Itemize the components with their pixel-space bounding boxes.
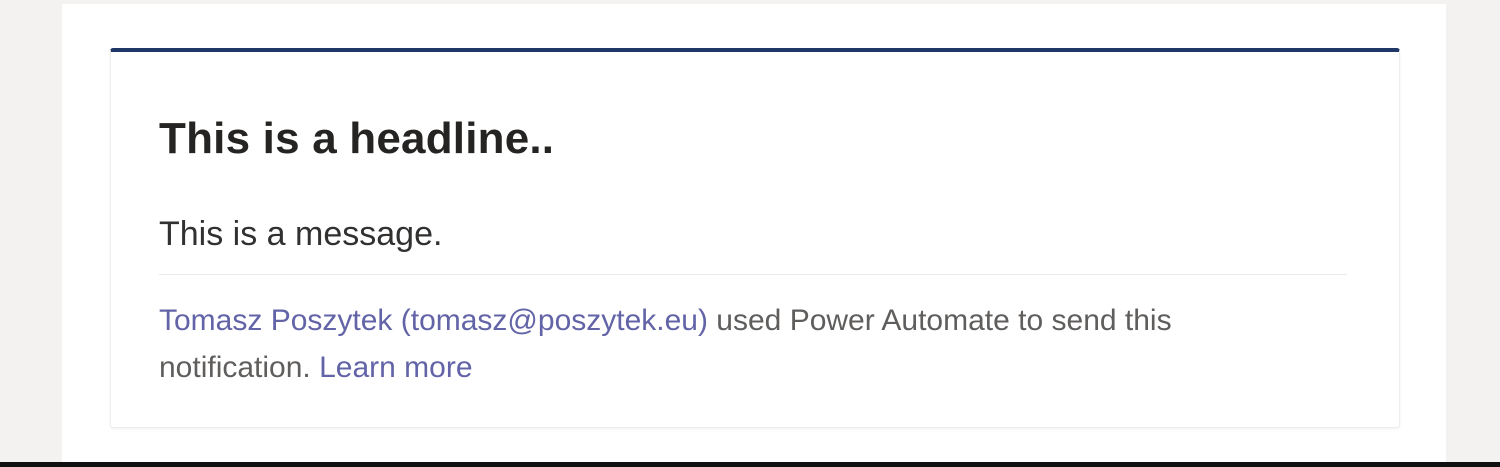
learn-more-link[interactable]: Learn more: [319, 351, 472, 384]
card-headline: This is a headline..: [159, 114, 555, 163]
window-bottom-edge: [0, 462, 1500, 467]
card-message: This is a message.: [159, 215, 443, 253]
card-divider: [159, 274, 1347, 275]
card-footer: Tomasz Poszytek (tomasz@poszytek.eu) use…: [159, 297, 1319, 391]
adaptive-card: This is a headline.. This is a message. …: [110, 48, 1400, 428]
conversation-panel: This is a headline.. This is a message. …: [62, 4, 1446, 467]
sender-link[interactable]: Tomasz Poszytek (tomasz@poszytek.eu): [159, 304, 708, 337]
